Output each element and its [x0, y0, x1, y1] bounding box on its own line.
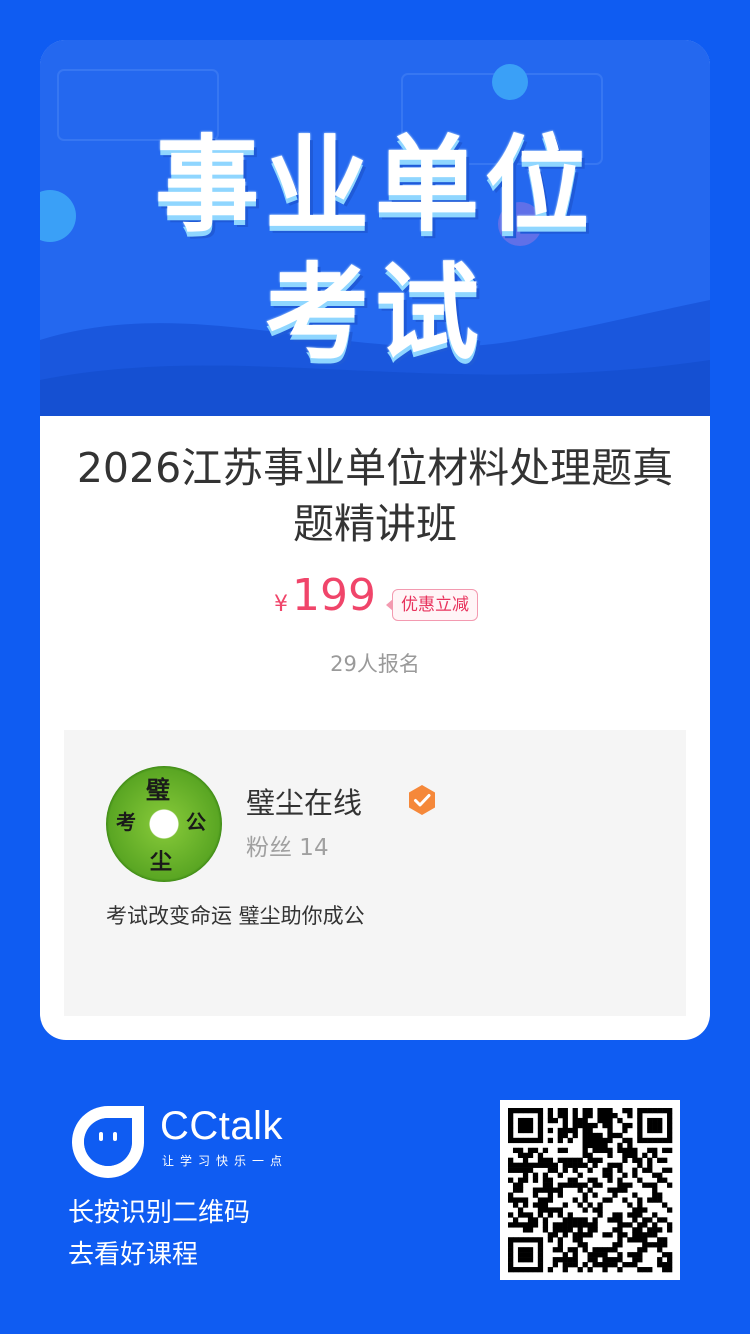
enrollment-count: 29人报名 — [330, 652, 420, 676]
course-title: 2026江苏事业单位材料处理题真题精讲班 — [76, 444, 674, 548]
fans-count: 粉丝 14 — [246, 835, 329, 861]
qr-hint-line2: 去看好课程 — [68, 1240, 199, 1270]
brand-name: CCtalk — [160, 1104, 284, 1148]
avatar-char: 璧 — [146, 775, 170, 804]
course-poster-card: 事业单位 考试 2026江苏事业单位材料处理题真题精讲班 ¥ 199 优惠立减 … — [40, 40, 710, 1040]
author-info-panel: 璧 考 公 尘 璧尘在线 粉丝 14 考试改变命运 璧尘助你成公 — [64, 730, 686, 1016]
avatar: 璧 考 公 尘 — [106, 766, 222, 882]
banner-title-line1: 事业单位 — [154, 124, 595, 246]
banner-title-line2: 考试 — [264, 252, 485, 374]
qr-code[interactable] — [500, 1100, 680, 1280]
avatar-char: 考 — [116, 810, 136, 834]
author-name: 璧尘在线 — [246, 786, 363, 820]
qr-hint-line1: 长按识别二维码 — [68, 1198, 251, 1228]
currency-symbol: ¥ — [274, 592, 288, 617]
author-bio: 考试改变命运 璧尘助你成公 — [106, 904, 365, 928]
discount-badge: 优惠立减 — [386, 589, 478, 621]
course-price: 199 — [292, 570, 376, 621]
brand-slogan: 让学习快乐一点 — [162, 1154, 289, 1168]
avatar-char: 尘 — [150, 849, 173, 875]
course-banner: 事业单位 考试 — [40, 40, 710, 416]
qr-code-image — [508, 1108, 673, 1273]
verified-badge-icon — [409, 785, 435, 815]
avatar-char: 公 — [186, 810, 206, 834]
price-row: ¥ 199 优惠立减 — [40, 568, 710, 628]
cctalk-logo-icon — [72, 1106, 144, 1178]
